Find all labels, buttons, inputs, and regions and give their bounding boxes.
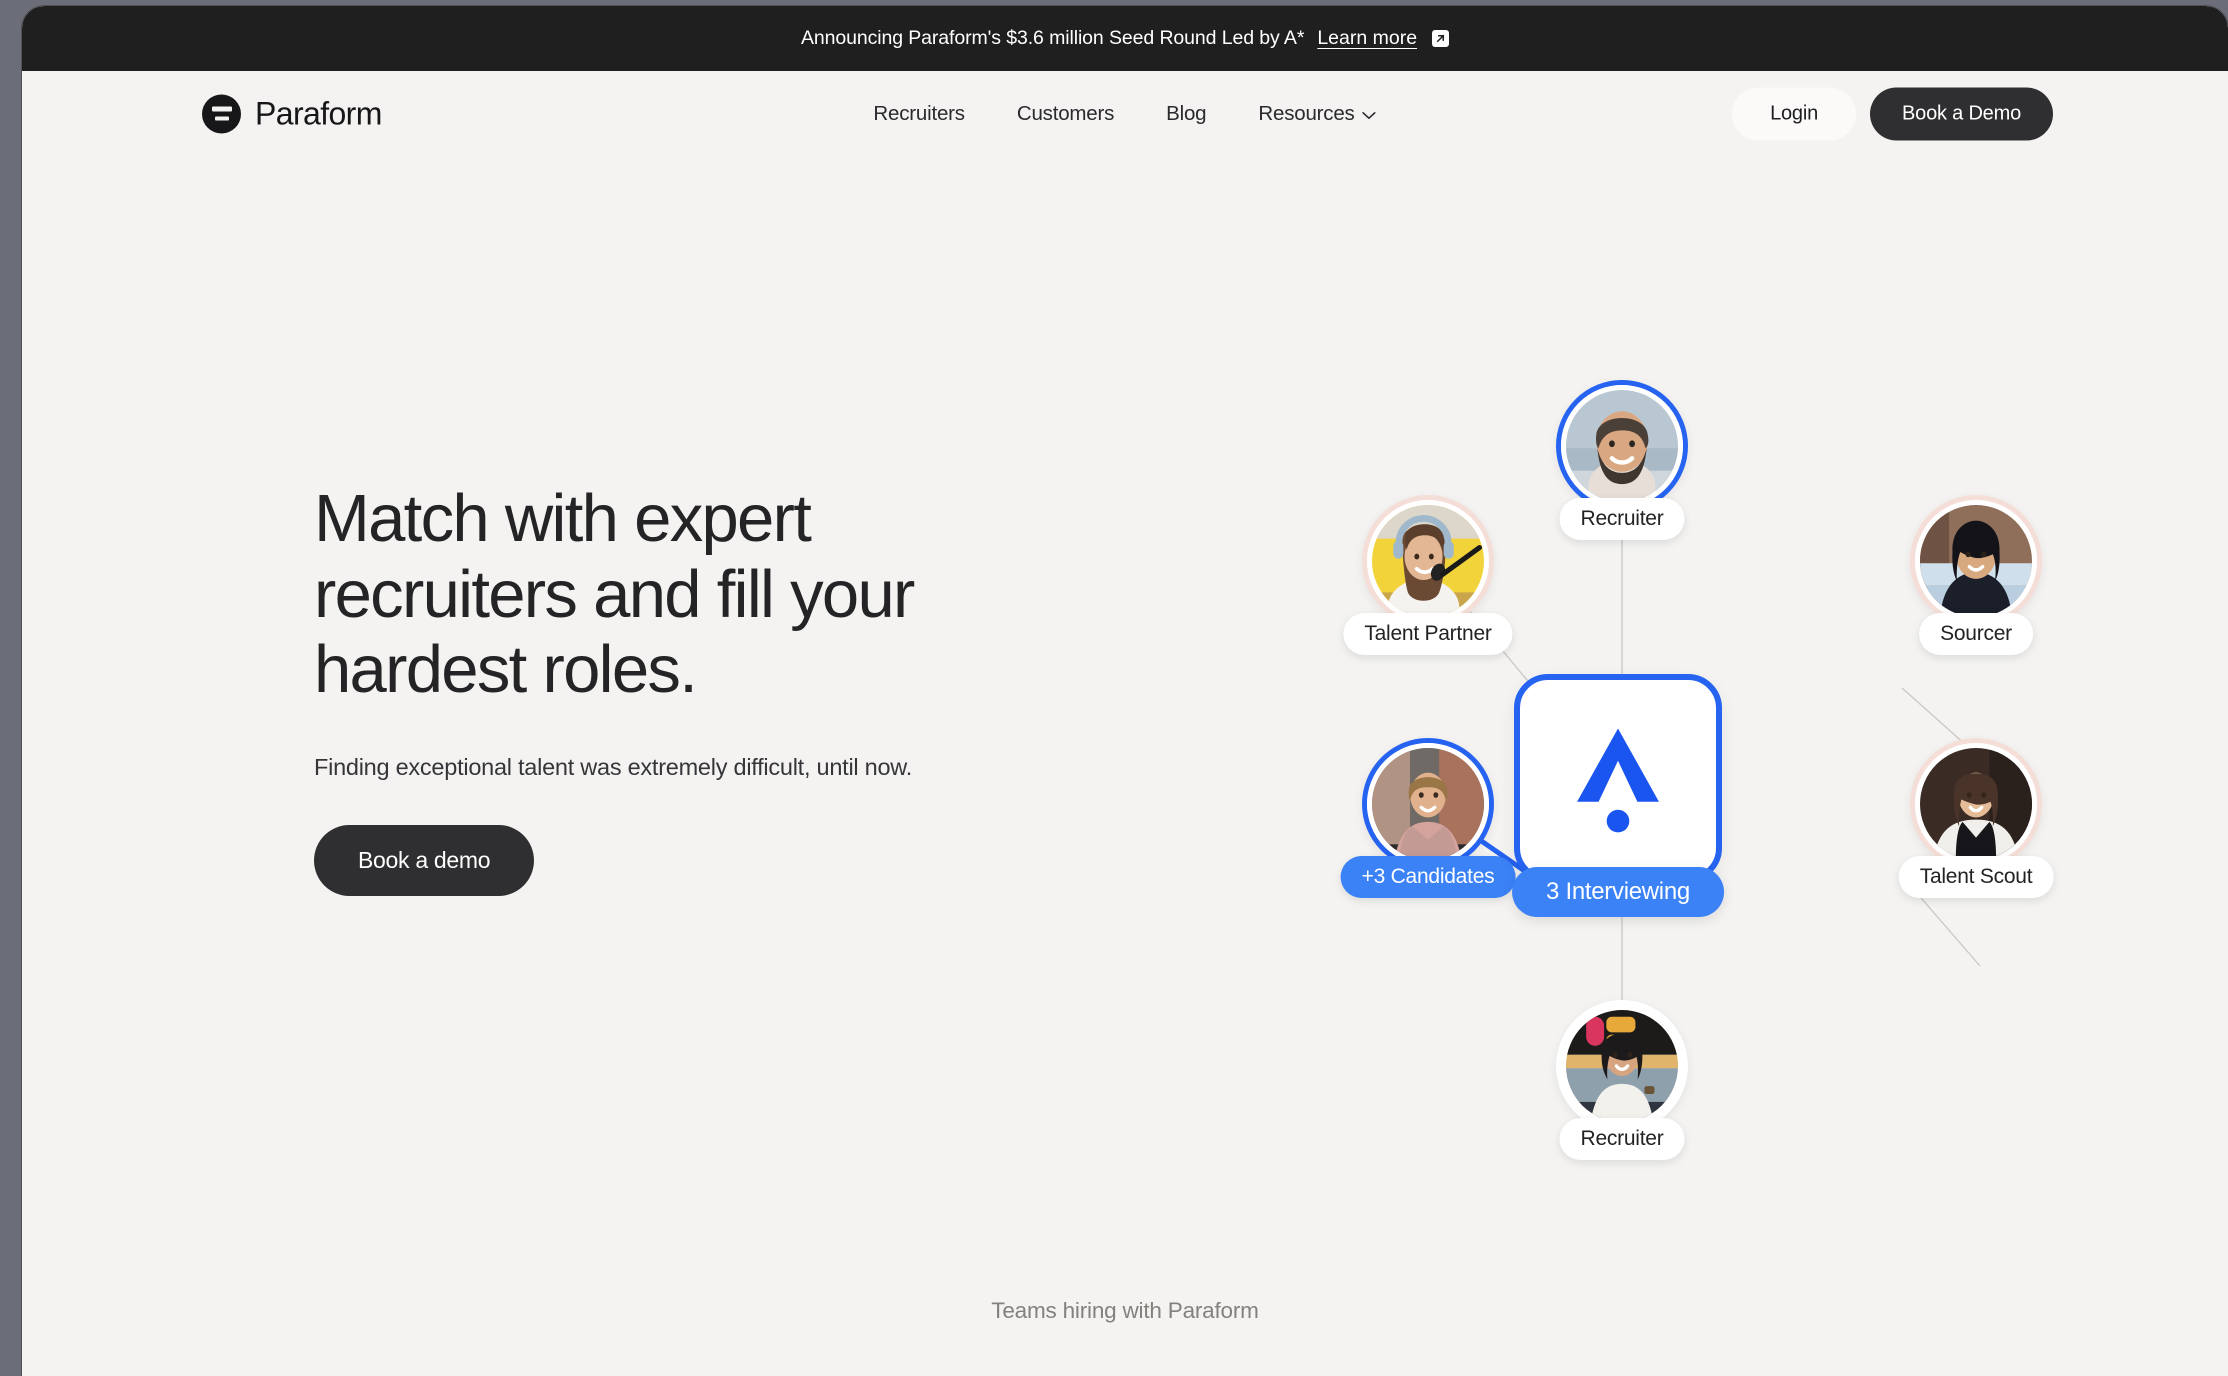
avatar bbox=[1362, 495, 1494, 627]
brand-name: Paraform bbox=[255, 95, 382, 131]
graph-node-label[interactable]: +3 Candidates bbox=[1340, 856, 1516, 898]
avatar bbox=[1362, 738, 1494, 870]
graph-node-label[interactable]: Sourcer bbox=[1919, 613, 2033, 655]
graph-node-label[interactable]: Recruiter bbox=[1559, 1118, 1685, 1160]
graph-node-label[interactable]: Recruiter bbox=[1559, 498, 1685, 540]
nav-label: Resources bbox=[1258, 101, 1355, 125]
announcement-banner: Announcing Paraform's $3.6 million Seed … bbox=[22, 6, 2228, 71]
site-header: Paraform Recruiters Customers Blog Resou… bbox=[22, 71, 2228, 156]
nav-label: Customers bbox=[1016, 101, 1115, 125]
hero-subtitle: Finding exceptional talent was extremely… bbox=[314, 754, 913, 781]
avatar bbox=[1556, 380, 1688, 512]
interviewing-status-badge[interactable]: 3 Interviewing bbox=[1512, 867, 1724, 917]
browser-window: Announcing Paraform's $3.6 million Seed … bbox=[22, 6, 2228, 1376]
avatar bbox=[1910, 738, 2042, 870]
header-actions: Login Book a Demo bbox=[1732, 87, 2053, 140]
announcement-text: Announcing Paraform's $3.6 million Seed … bbox=[800, 27, 1305, 49]
main-nav: Recruiters Customers Blog Resources bbox=[873, 102, 1376, 126]
avatar bbox=[1556, 1000, 1688, 1132]
book-a-demo-button[interactable]: Book a Demo bbox=[1870, 87, 2053, 140]
paraform-a-logo-icon bbox=[1577, 728, 1659, 833]
brand-logo[interactable]: Paraform bbox=[202, 94, 382, 133]
nav-label: Blog bbox=[1166, 101, 1207, 125]
nav-item-resources[interactable]: Resources bbox=[1258, 102, 1376, 126]
hero-section: Match with expert recruiters and fill yo… bbox=[22, 156, 2228, 1323]
graph-node-label[interactable]: Talent Partner bbox=[1343, 613, 1513, 655]
external-link-icon[interactable] bbox=[1432, 30, 1450, 47]
page-title: Match with expert recruiters and fill yo… bbox=[314, 481, 915, 708]
paraform-logo-icon bbox=[202, 94, 241, 133]
chevron-down-icon bbox=[1362, 102, 1377, 126]
nav-label: Recruiters bbox=[873, 101, 965, 125]
announcement-learn-more-link[interactable]: Learn more bbox=[1317, 27, 1417, 50]
paraform-card bbox=[1514, 674, 1722, 882]
hero-book-a-demo-button[interactable]: Book a demo bbox=[314, 825, 535, 897]
avatar bbox=[1910, 495, 2042, 627]
login-button[interactable]: Login bbox=[1732, 87, 1857, 140]
graph-center-node[interactable]: 3 Interviewing bbox=[1512, 674, 1724, 917]
teams-hiring-label: Teams hiring with Paraform bbox=[991, 1298, 1259, 1323]
graph-node-label[interactable]: Talent Scout bbox=[1898, 856, 2054, 898]
nav-item-recruiters[interactable]: Recruiters bbox=[873, 101, 965, 126]
hero-copy: Match with expert recruiters and fill yo… bbox=[314, 481, 1074, 897]
nav-item-blog[interactable]: Blog bbox=[1166, 102, 1206, 126]
nav-item-customers[interactable]: Customers bbox=[1016, 101, 1115, 126]
